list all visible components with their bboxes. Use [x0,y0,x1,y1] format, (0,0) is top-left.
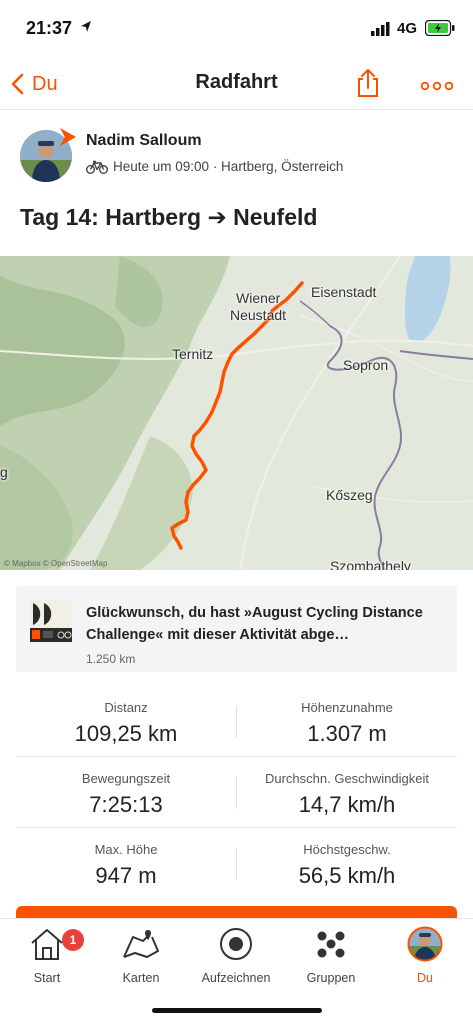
status-bar: 21:37 4G [0,0,473,58]
tab-label: Start [33,971,61,985]
tab-maps[interactable]: Karten [94,925,188,989]
activity-title: Tag 14: Hartberg ➔ Neufeld [20,204,318,230]
activity-meta: Heute um 09:00 · Hartberg, Österreich [86,159,343,174]
stat-label: Bewegungszeit [81,771,171,786]
athlete-name[interactable]: Nadim Salloum [86,132,202,150]
avatar [20,130,72,182]
tab-label: Karten [122,971,160,985]
stat-distance: Distanz 109,25 km [16,700,236,747]
stat-elevation-gain: Höhenzunahme 1.307 m [237,700,457,747]
stat-avg-speed: Durchschn. Geschwindigkeit 14,7 km/h [237,771,457,818]
stat-value: 14,7 km/h [298,792,396,817]
stat-value: 947 m [95,863,157,888]
map-label-szombathely: Szombathely [330,558,411,570]
achievement-card[interactable]: Glückwunsch, du hast »August Cycling Dis… [16,586,457,672]
stat-value: 56,5 km/h [298,863,396,888]
stat-label: Durchschn. Geschwindigkeit [264,771,430,786]
tab-record[interactable]: Aufzeichnen [189,925,283,989]
map-label-sopron: Sopron [343,357,389,373]
navigation-bar: Du Radfahrt [0,58,473,110]
page-title: Radfahrt [195,71,278,93]
signal-icon [371,22,391,36]
challenge-badge-icon [30,600,72,642]
achievement-text: Glückwunsch, du hast »August Cycling Dis… [86,605,423,643]
route-map[interactable]: Eisenstadt Wiener Neustadt Ternitz Sopro… [0,256,473,570]
more-button[interactable] [420,78,454,96]
stat-label: Max. Höhe [94,842,158,857]
notification-badge: 1 [62,929,84,951]
location-arrow-icon [80,20,92,38]
segment-button-edge[interactable] [16,906,457,918]
stat-label: Distanz [104,700,148,715]
tab-label: Aufzeichnen [201,971,271,985]
home-indicator[interactable] [152,1008,322,1013]
stat-value: 1.307 m [307,721,387,746]
stats-grid: Distanz 109,25 km Höhenzunahme 1.307 m B… [16,686,457,899]
stat-value: 109,25 km [74,721,178,746]
athlete-avatar[interactable] [20,128,76,182]
groups-icon [284,925,378,963]
network-type: 4G [397,20,418,37]
status-time: 21:37 [26,18,73,38]
map-label-eisenstadt: Eisenstadt [311,284,377,300]
stat-row: Distanz 109,25 km Höhenzunahme 1.307 m [16,686,457,757]
more-icon [420,81,454,91]
activity-meta-text: Heute um 09:00 · Hartberg, Österreich [113,159,344,174]
stat-label: Höhenzunahme [301,700,393,715]
stat-max-speed: Höchstgeschw. 56,5 km/h [237,842,457,889]
tab-label: Du [417,971,433,985]
achievement-distance: 1.250 km [86,652,136,666]
map-label-ternitz: Ternitz [172,346,214,362]
stat-row: Bewegungszeit 7:25:13 Durchschn. Geschwi… [16,757,457,828]
battery-icon [424,19,455,41]
tab-start[interactable]: 1 Start [0,925,94,989]
share-button[interactable] [356,68,380,103]
stat-moving-time: Bewegungszeit 7:25:13 [16,771,236,818]
map-label-wiener: Wiener [236,290,281,306]
bike-icon [86,160,108,174]
map-icon [94,925,188,963]
profile-avatar-icon [378,925,472,963]
record-icon [189,925,283,963]
tab-label: Gruppen [306,971,356,985]
map-label-koszeg: Kőszeg [326,487,373,503]
stat-value: 7:25:13 [89,792,163,817]
map-label-partial: g [0,464,8,480]
tab-you[interactable]: Du [378,925,472,989]
map-attribution[interactable]: © Mapbox © OpenStreetMap [4,559,107,568]
share-icon [358,69,378,97]
map-label-neustadt: Neustadt [230,307,287,323]
stat-row: Max. Höhe 947 m Höchstgeschw. 56,5 km/h [16,828,457,899]
stat-max-elevation: Max. Höhe 947 m [16,842,236,889]
tab-groups[interactable]: Gruppen [284,925,378,989]
stat-label: Höchstgeschw. [303,842,391,857]
